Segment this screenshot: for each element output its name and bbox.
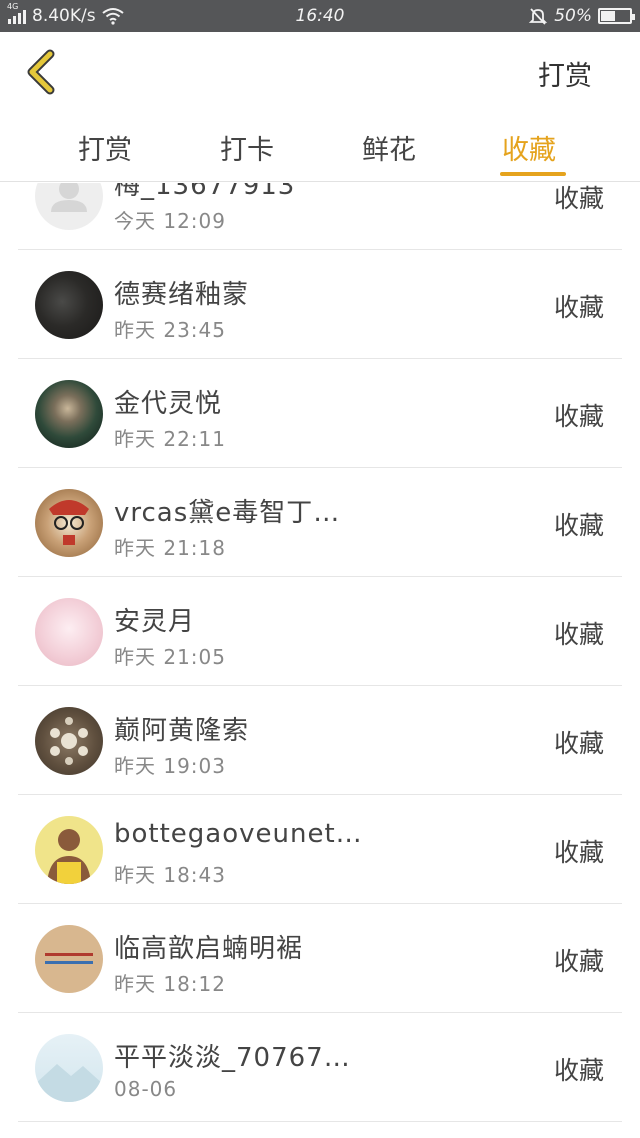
favorite-action-label: 收藏 [553, 511, 604, 540]
favorite-action-label: 收藏 [553, 729, 604, 758]
mute-bell-icon [529, 8, 548, 25]
favorite-action-label: 收藏 [553, 838, 604, 867]
battery-percent: 50% [554, 6, 592, 26]
user-name: 巅阿黄隆索 [114, 716, 250, 746]
favorite-time: 今天 12:09 [114, 209, 226, 233]
favorite-time: 昨天 22:11 [114, 427, 226, 451]
favorite-time: 昨天 21:05 [114, 645, 226, 669]
tab-checkin[interactable]: 打卡 [220, 128, 274, 167]
user-name: vrcas黛e毒智丁… [114, 498, 341, 528]
list-item[interactable]: bottegaoveunetqpa 昨天 18:43 收藏 [18, 795, 622, 904]
pearl-ornament-avatar-icon [50, 717, 88, 765]
default-user-icon [51, 183, 87, 212]
list-item[interactable]: vrcas黛e毒智丁… 昨天 21:18 收藏 [18, 468, 622, 577]
list-item[interactable]: 德赛绪釉蒙 昨天 23:45 收藏 [18, 250, 622, 359]
favorite-action-label: 收藏 [553, 620, 604, 649]
tab-flowers[interactable]: 鲜花 [362, 128, 416, 167]
user-name: 金代灵悦 [114, 389, 223, 419]
user-name: 梅_13677913 [114, 183, 296, 201]
user-name: 安灵月 [114, 607, 196, 637]
avatar [35, 598, 103, 666]
text-logo-avatar-icon [45, 953, 93, 964]
tab-reward[interactable]: 打赏 [78, 128, 132, 167]
favorite-time: 昨天 23:45 [114, 318, 226, 342]
favorite-action-label: 收藏 [553, 293, 604, 322]
favorite-time: 昨天 18:12 [114, 972, 226, 996]
avatar [35, 271, 103, 339]
status-right: 50% [528, 6, 635, 26]
avatar [35, 816, 103, 884]
favorite-action-label: 收藏 [553, 1056, 604, 1085]
avatar [35, 489, 103, 557]
favorites-list[interactable]: 梅_13677913 今天 12:09 收藏 德赛绪釉蒙 昨天 23:45 收藏… [0, 183, 640, 1138]
list-item[interactable]: 梅_13677913 今天 12:09 收藏 [18, 183, 622, 250]
user-name: 临高歆启蝻明裾 [114, 934, 304, 964]
person-photo-avatar-icon [47, 829, 91, 884]
favorite-action-label: 收藏 [553, 184, 604, 213]
avatar [35, 183, 103, 230]
battery-level-fill [601, 11, 615, 21]
reward-button[interactable]: 打赏 [538, 54, 592, 93]
favorite-action-label: 收藏 [553, 947, 604, 976]
list-item[interactable]: 巅阿黄隆索 昨天 19:03 收藏 [18, 686, 622, 795]
avatar [35, 1034, 103, 1102]
favorite-time: 08-06 [114, 1077, 178, 1101]
landscape-avatar-icon [35, 1064, 103, 1102]
chevron-left-icon [27, 49, 55, 95]
list-item[interactable]: 平平淡淡_70767… 08-06 收藏 [18, 1013, 622, 1122]
favorite-action-label: 收藏 [553, 402, 604, 431]
list-item[interactable]: 金代灵悦 昨天 22:11 收藏 [18, 359, 622, 468]
user-name: bottegaoveunetqpa [114, 819, 364, 849]
avatar [35, 707, 103, 775]
list-item[interactable]: 临高歆启蝻明裾 昨天 18:12 收藏 [18, 904, 622, 1013]
tab-favorites[interactable]: 收藏 [502, 128, 556, 167]
back-button[interactable] [22, 48, 66, 96]
list-item[interactable]: 安灵月 昨天 21:05 收藏 [18, 577, 622, 686]
status-bar: 4G 8.40K/s 16:40 50% [0, 0, 640, 32]
user-name: 平平淡淡_70767… [114, 1043, 351, 1073]
battery-icon [598, 8, 635, 24]
tab-active-indicator [500, 172, 566, 176]
avatar [35, 380, 103, 448]
cartoon-avatar-icon [49, 500, 89, 545]
favorite-time: 昨天 21:18 [114, 536, 226, 560]
favorite-time: 昨天 19:03 [114, 754, 226, 778]
avatar [35, 925, 103, 993]
favorite-time: 昨天 18:43 [114, 863, 226, 887]
user-name: 德赛绪釉蒙 [114, 280, 250, 310]
header: 打赏 [0, 32, 640, 112]
